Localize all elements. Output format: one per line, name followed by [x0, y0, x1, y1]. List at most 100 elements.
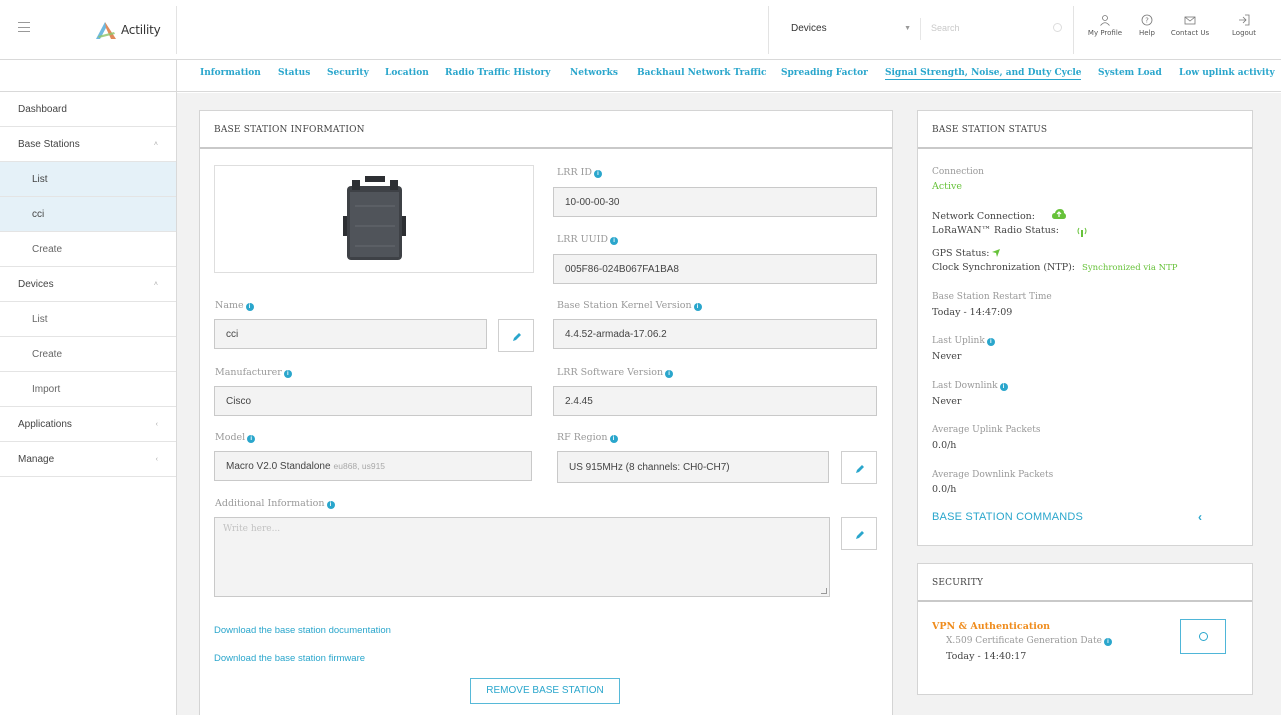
info-icon: i	[999, 383, 1008, 391]
sidebar-top-spacer	[0, 60, 176, 92]
kernel-version-field[interactable]: 4.4.52-armada-17.06.2	[553, 319, 877, 349]
sidebar-item-devices-import[interactable]: Import	[0, 372, 176, 407]
svg-text:?: ?	[1145, 17, 1149, 25]
tab-spreading-factor[interactable]: Spreading Factor	[781, 68, 868, 78]
sidebar-item-label: Dashboard	[18, 104, 67, 115]
connection-value: Active	[932, 181, 963, 192]
radio-status-label: LoRaWAN™ Radio Status:	[932, 225, 1059, 236]
additional-information-label: Additional Information i	[215, 498, 335, 509]
tab-status[interactable]: Status	[278, 68, 310, 78]
sidebar-item-base-stations-create[interactable]: Create	[0, 232, 176, 267]
edit-name-button[interactable]	[498, 319, 534, 352]
tab-radio-traffic-history[interactable]: Radio Traffic History	[445, 68, 551, 78]
base-station-device-icon	[343, 176, 406, 260]
last-downlink-label: Last Downlink i	[932, 381, 1008, 391]
hamburger-menu-icon[interactable]	[18, 22, 30, 32]
rf-region-field[interactable]: US 915MHz (8 channels: CH0-CH7)	[557, 451, 829, 483]
info-icon: i	[665, 370, 674, 378]
sidebar-item-devices[interactable]: Devices ˄	[0, 267, 176, 302]
lrr-software-version-field[interactable]: 2.4.45	[553, 386, 877, 416]
mail-icon	[1184, 16, 1196, 25]
contact-us-button[interactable]: Contact Us	[1170, 14, 1210, 37]
model-label: Model i	[215, 432, 256, 443]
my-profile-button[interactable]: My Profile	[1084, 14, 1126, 37]
model-value: Macro V2.0 Standalone	[226, 461, 331, 472]
sidebar-item-label: Base Stations	[18, 139, 80, 150]
info-icon: i	[986, 338, 995, 346]
tab-security[interactable]: Security	[327, 68, 369, 78]
certificate-date-value: Today - 14:40:17	[946, 651, 1027, 662]
search-placeholder: Search	[931, 23, 960, 33]
radio-signal-icon	[1077, 227, 1087, 237]
sidebar-item-devices-list[interactable]: List	[0, 302, 176, 337]
sidebar-item-label: Create	[32, 244, 63, 255]
help-button[interactable]: ? Help	[1136, 14, 1158, 37]
tab-location[interactable]: Location	[385, 68, 429, 78]
header-divider	[1073, 6, 1074, 54]
chevron-up-icon: ˄	[153, 281, 158, 288]
sidebar-item-base-stations-list[interactable]: List	[0, 162, 176, 197]
pencil-icon	[856, 465, 864, 473]
chevron-left-icon[interactable]: ‹	[1198, 510, 1202, 524]
download-firmware-link[interactable]: Download the base station firmware	[214, 653, 365, 664]
model-bands: eu868, us915	[333, 461, 386, 471]
clock-sync-value: Synchronized via NTP	[1082, 263, 1178, 273]
additional-information-textarea[interactable]: Write here...	[214, 517, 830, 597]
logout-button[interactable]: Logout	[1228, 14, 1260, 37]
lrr-uuid-field[interactable]: 005F86-024B067FA1BA8	[553, 254, 877, 284]
restart-time-value: Today - 14:47:09	[932, 307, 1013, 318]
remove-base-station-button[interactable]: REMOVE BASE STATION	[470, 678, 620, 704]
sidebar-item-applications[interactable]: Applications ‹	[0, 407, 176, 442]
sidebar-item-label: Devices	[18, 279, 54, 290]
sidebar: Dashboard Base Stations ˄ List cci Create…	[0, 60, 177, 715]
resize-handle-icon[interactable]	[821, 588, 827, 594]
gps-status-label: GPS Status:	[932, 248, 990, 259]
name-field[interactable]: cci	[214, 319, 487, 349]
panel-title: SECURITY	[918, 564, 1252, 602]
sidebar-item-manage[interactable]: Manage ‹	[0, 442, 176, 477]
logo[interactable]: Actility	[94, 20, 161, 40]
panel-title: BASE STATION STATUS	[918, 111, 1252, 149]
connection-label: Connection	[932, 167, 984, 177]
tab-signal-strength[interactable]: Signal Strength, Noise, and Duty Cycle	[885, 68, 1082, 80]
sidebar-item-cci[interactable]: cci	[0, 197, 176, 232]
sidebar-item-devices-create[interactable]: Create	[0, 337, 176, 372]
tab-information[interactable]: Information	[200, 68, 261, 78]
base-station-commands-link[interactable]: BASE STATION COMMANDS	[932, 511, 1083, 523]
search-scope-dropdown[interactable]: Devices ▼	[783, 18, 917, 40]
name-label: Name i	[215, 300, 254, 311]
info-icon: i	[610, 237, 619, 245]
info-icon: i	[247, 435, 256, 443]
sidebar-item-label: List	[32, 314, 48, 325]
sidebar-item-label: Import	[32, 384, 61, 395]
info-icon: i	[693, 303, 702, 311]
tab-backhaul-network-traffic[interactable]: Backhaul Network Traffic	[637, 68, 767, 78]
pencil-icon	[513, 333, 521, 341]
search-icon[interactable]	[1053, 23, 1062, 32]
help-label: Help	[1139, 29, 1155, 37]
sidebar-item-label: Applications	[18, 419, 72, 430]
info-icon: i	[326, 501, 335, 509]
tab-bar: Information Status Security Location Rad…	[177, 60, 1281, 92]
tab-networks[interactable]: Networks	[570, 68, 618, 78]
sidebar-item-base-stations[interactable]: Base Stations ˄	[0, 127, 176, 162]
avg-downlink-value: 0.0/h	[932, 484, 957, 495]
sidebar-item-label: cci	[32, 209, 45, 220]
tab-system-load[interactable]: System Load	[1098, 68, 1162, 78]
manufacturer-field[interactable]: Cisco	[214, 386, 532, 416]
cloud-connected-icon	[1052, 209, 1066, 219]
logout-icon	[1239, 14, 1250, 26]
edit-rf-region-button[interactable]	[841, 451, 877, 484]
chevron-up-icon: ˄	[153, 141, 158, 148]
lrr-id-field[interactable]: 10-00-00-30	[553, 187, 877, 217]
manufacturer-label: Manufacturer i	[215, 367, 292, 378]
info-icon: i	[1103, 638, 1112, 646]
sidebar-item-dashboard[interactable]: Dashboard	[0, 92, 176, 127]
tab-low-uplink-activity[interactable]: Low uplink activity	[1179, 68, 1275, 78]
download-documentation-link[interactable]: Download the base station documentation	[214, 625, 391, 636]
avg-uplink-value: 0.0/h	[932, 440, 957, 451]
edit-additional-information-button[interactable]	[841, 517, 877, 550]
model-field[interactable]: Macro V2.0 Standalone eu868, us915	[214, 451, 532, 481]
search-input[interactable]: Search	[920, 18, 1070, 40]
refresh-certificate-button[interactable]	[1180, 619, 1226, 654]
